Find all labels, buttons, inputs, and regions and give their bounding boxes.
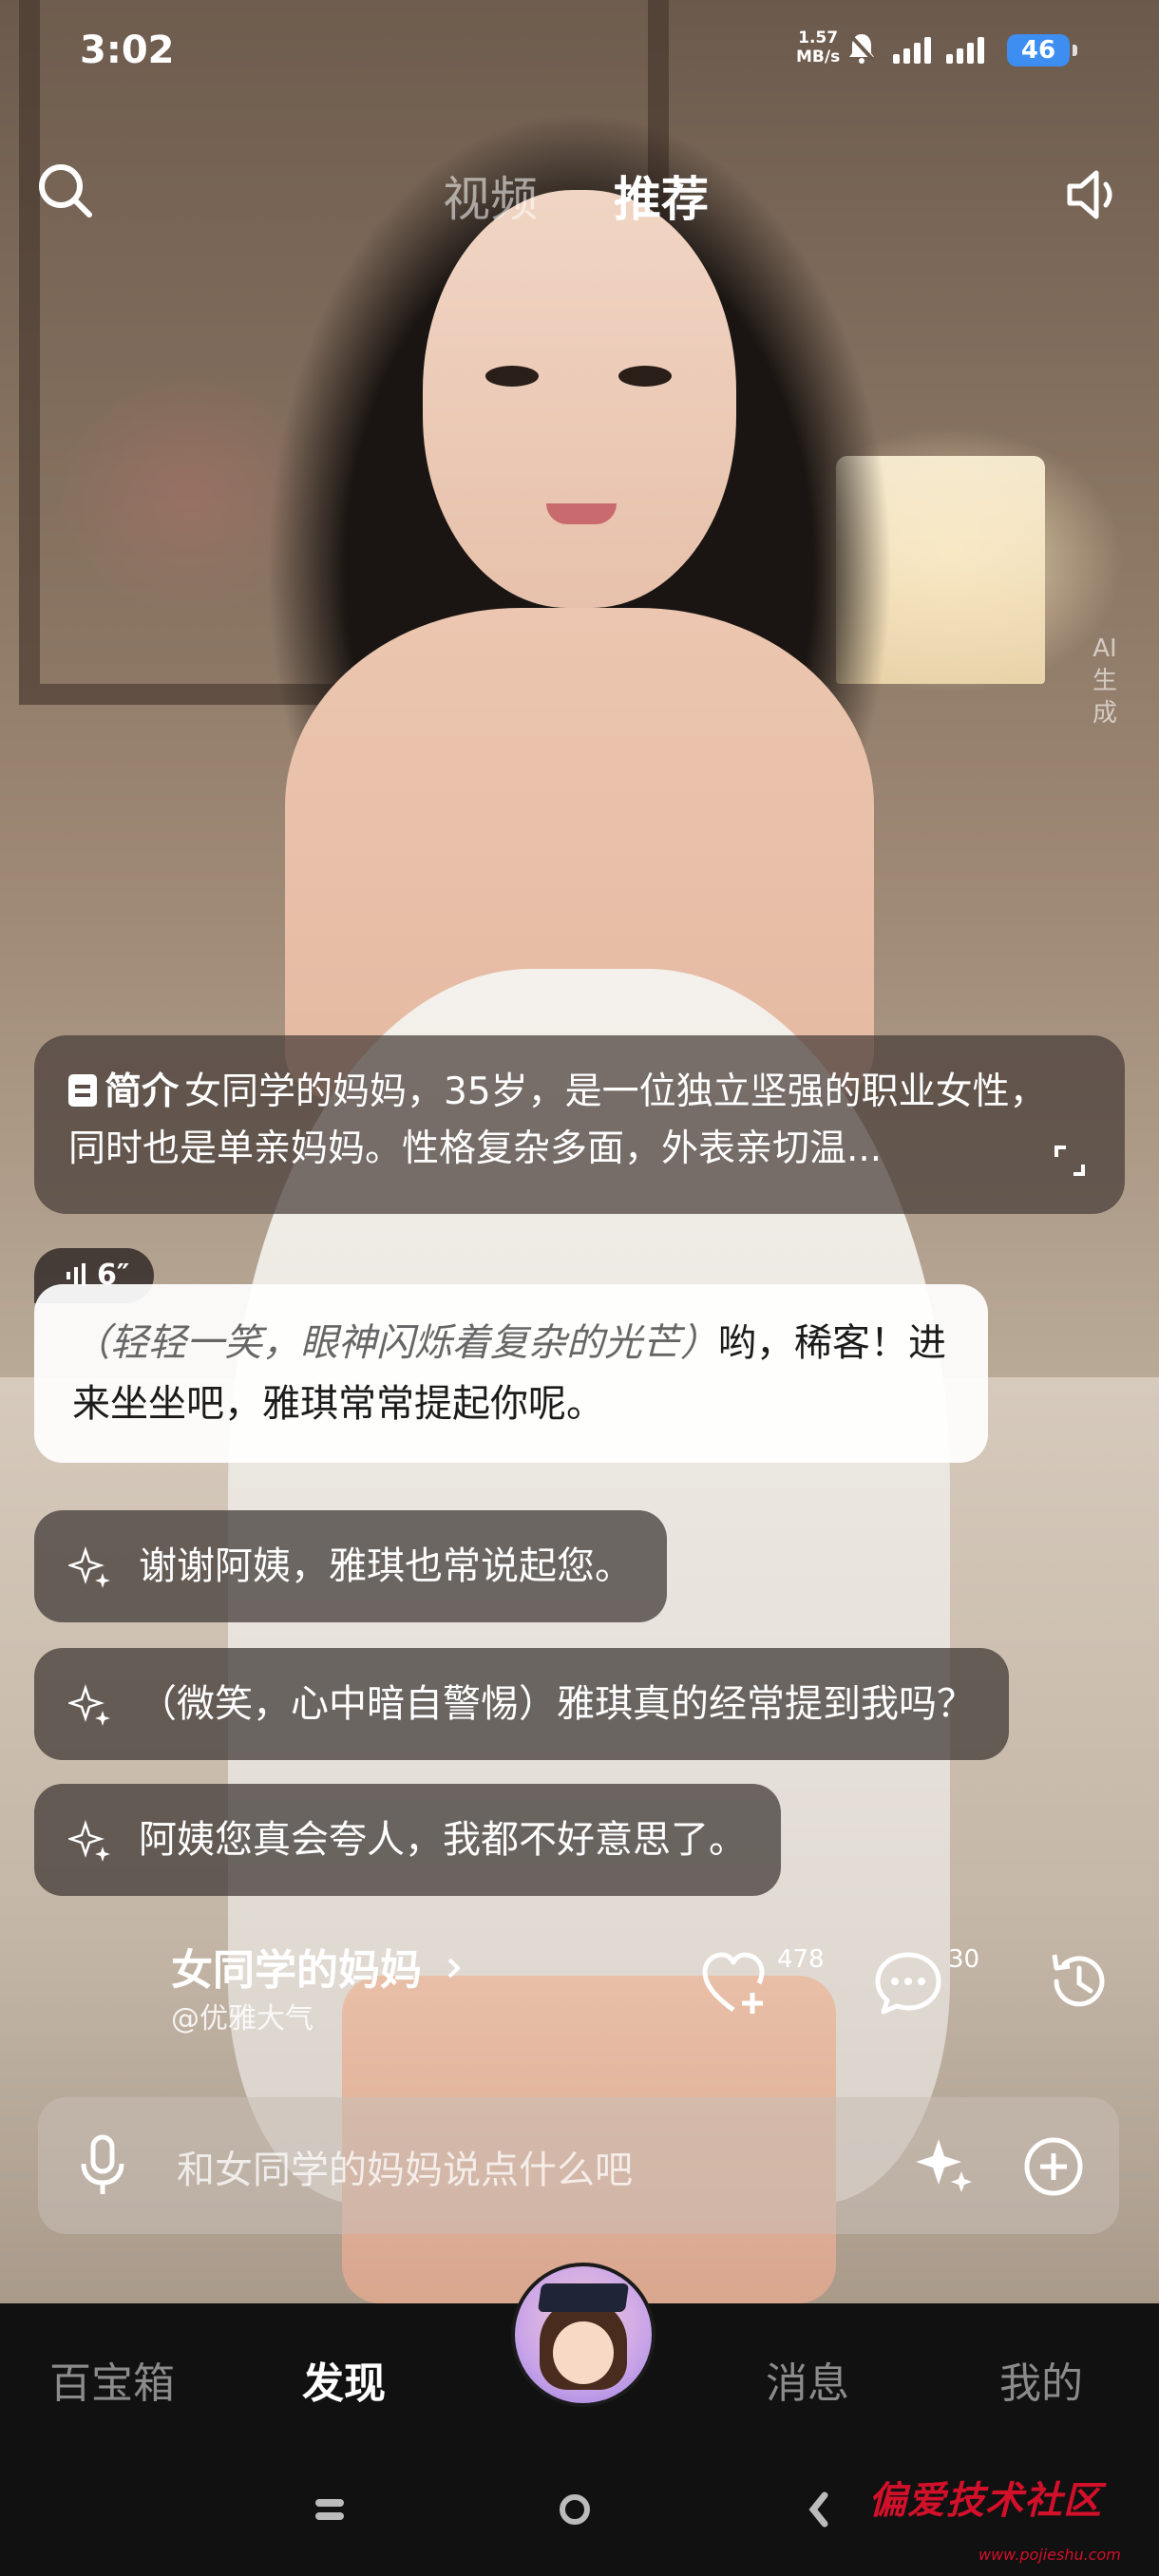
signal-icon-1 — [893, 31, 931, 64]
suggestion-3[interactable]: 阿姨您真会夸人，我都不好意思了。 — [34, 1784, 781, 1896]
net-speed: 1.57 MB/s — [796, 28, 840, 66]
mute-bell-icon — [847, 32, 876, 64]
ai-generated-badge: AI生成 — [1092, 635, 1117, 728]
sparkle-icon[interactable] — [914, 2135, 975, 2196]
watermark-text: 偏爱技术社区 — [868, 2479, 1102, 2523]
character-face — [423, 190, 736, 608]
tab-video[interactable]: 视频 — [443, 161, 538, 230]
add-icon[interactable] — [1022, 2135, 1085, 2198]
recents-icon[interactable] — [314, 2495, 346, 2524]
nav-item-messages[interactable]: 消息 — [766, 2349, 849, 2410]
search-icon[interactable] — [32, 158, 99, 224]
home-icon[interactable] — [557, 2491, 593, 2528]
suggestion-text: 阿姨您真会夸人，我都不好意思了。 — [139, 1818, 747, 1862]
sparkle-icon — [68, 1820, 110, 1862]
comments-count: 30 — [948, 1945, 980, 1974]
character-name-text: 女同学的妈妈 — [171, 1946, 422, 1995]
nav-item-discover[interactable]: 发现 — [302, 2349, 386, 2410]
intro-label: 简介 — [104, 1070, 180, 1113]
chat-input-bar[interactable]: 和女同学的妈妈说点什么吧 — [38, 2097, 1119, 2234]
suggestion-text: 谢谢阿姨，雅琪也常说起您。 — [139, 1544, 633, 1588]
nav-item-treasure-box[interactable]: 百宝箱 — [49, 2349, 175, 2410]
intro-text: 女同学的妈妈，35岁，是一位独立坚强的职业女性，同时也是单亲妈妈。性格复杂多面，… — [68, 1070, 1047, 1170]
document-icon — [68, 1074, 97, 1107]
reply-action: （轻轻一笑，眼神闪烁着复杂的光芒） — [72, 1321, 718, 1365]
history-icon[interactable] — [1045, 1947, 1113, 2016]
status-time: 3:02 — [80, 28, 175, 72]
voice-wave-icon — [66, 1263, 86, 1286]
avatar-face — [553, 2321, 614, 2384]
likes-count: 478 — [777, 1945, 825, 1974]
chevron-right-icon — [447, 1958, 462, 1979]
nav-item-me[interactable]: 我的 — [999, 2349, 1083, 2410]
net-speed-value: 1.57 — [798, 28, 839, 47]
watermark-url: www.pojieshu.com — [978, 2546, 1121, 2564]
right-eye — [618, 366, 672, 387]
comment-icon[interactable] — [872, 1947, 944, 2019]
heart-plus-icon[interactable] — [699, 1947, 775, 2019]
character-name[interactable]: 女同学的妈妈 — [171, 1936, 465, 1997]
status-bar: 3:02 1.57 MB/s 46 — [0, 0, 1159, 104]
left-eye — [485, 366, 539, 387]
speaker-icon[interactable] — [1062, 161, 1129, 228]
intro-card[interactable]: 简介 女同学的妈妈，35岁，是一位独立坚强的职业女性，同时也是单亲妈妈。性格复杂多… — [34, 1035, 1125, 1214]
sparkle-icon — [68, 1684, 110, 1726]
microphone-icon[interactable] — [74, 2131, 131, 2200]
top-nav: 视频 推荐 — [0, 152, 1159, 237]
center-avatar-button[interactable] — [511, 2263, 656, 2407]
suggestion-text: （微笑，心中暗自警惕）雅琪真的经常提到我吗？ — [139, 1682, 975, 1726]
character-reply-bubble[interactable]: （轻轻一笑，眼神闪烁着复杂的光芒）哟，稀客！进来坐坐吧，雅琪常常提起你呢。 — [34, 1284, 988, 1463]
sparkle-icon — [68, 1546, 110, 1588]
expand-icon[interactable] — [1053, 1144, 1087, 1178]
character-handle: @优雅大气 — [171, 2002, 314, 2036]
back-icon[interactable] — [808, 2491, 830, 2528]
net-speed-unit: MB/s — [796, 47, 841, 66]
chat-input-placeholder[interactable]: 和女同学的妈妈说点什么吧 — [177, 2139, 633, 2194]
signal-icon-2 — [946, 31, 984, 64]
status-icons — [846, 30, 984, 65]
tab-recommend[interactable]: 推荐 — [614, 161, 709, 230]
graduation-cap-icon — [537, 2283, 630, 2312]
suggestion-2[interactable]: （微笑，心中暗自警惕）雅琪真的经常提到我吗？ — [34, 1648, 1009, 1760]
battery-indicator: 46 — [1007, 34, 1077, 66]
suggestion-1[interactable]: 谢谢阿姨，雅琪也常说起您。 — [34, 1510, 667, 1622]
lips — [546, 503, 617, 524]
